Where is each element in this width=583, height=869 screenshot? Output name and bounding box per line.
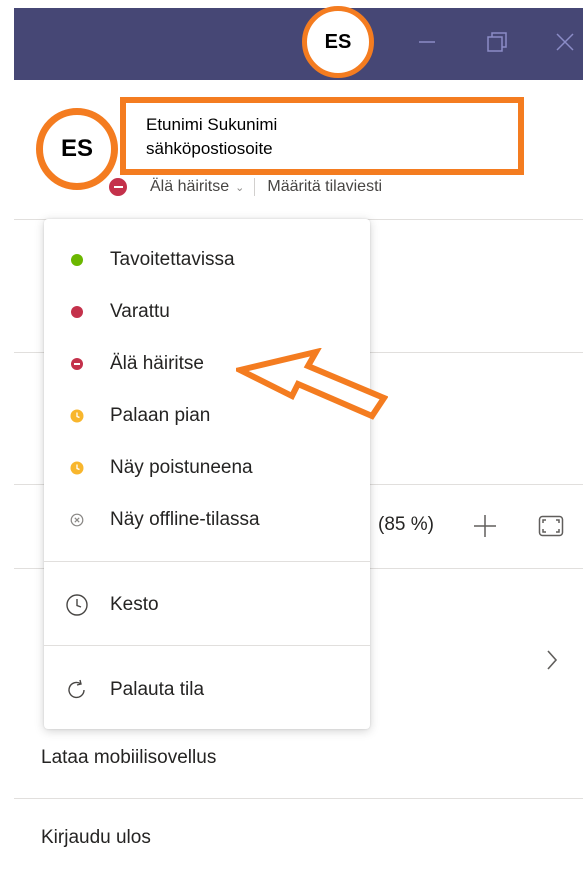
profile-email: sähköpostiosoite bbox=[146, 139, 273, 158]
status-option-label: Älä häiritse bbox=[110, 353, 204, 374]
status-option-appear-away[interactable]: Näy poistuneena bbox=[44, 446, 370, 490]
zoom-in-button[interactable] bbox=[472, 513, 498, 544]
fullscreen-button[interactable] bbox=[538, 514, 564, 543]
clock-icon bbox=[66, 594, 88, 616]
plus-icon bbox=[474, 515, 496, 537]
appear-away-icon bbox=[70, 461, 84, 475]
available-icon bbox=[71, 254, 83, 266]
reset-icon bbox=[68, 679, 85, 699]
be-right-back-icon bbox=[70, 409, 84, 423]
minimize-button[interactable] bbox=[407, 22, 447, 62]
current-status-button[interactable]: Älä häiritse bbox=[150, 178, 229, 196]
close-icon bbox=[556, 33, 574, 51]
do-not-disturb-badge-icon bbox=[107, 176, 129, 198]
profile-avatar[interactable]: ES bbox=[36, 108, 118, 190]
highlight-arrow-icon bbox=[236, 348, 388, 420]
divider bbox=[14, 798, 583, 799]
close-button[interactable] bbox=[545, 22, 583, 62]
minimize-icon bbox=[419, 41, 435, 43]
fullscreen-icon bbox=[538, 515, 564, 537]
status-divider bbox=[254, 178, 256, 196]
do-not-disturb-icon bbox=[71, 358, 83, 370]
zoom-level: (85 %) bbox=[378, 514, 434, 535]
appear-offline-icon bbox=[70, 513, 84, 527]
status-option-appear-offline[interactable]: Näy offline-tilassa bbox=[44, 498, 370, 542]
restore-icon bbox=[487, 32, 507, 52]
duration-option[interactable]: Kesto bbox=[44, 583, 370, 627]
menu-divider bbox=[44, 645, 370, 646]
title-bar-avatar[interactable]: ES bbox=[302, 6, 374, 78]
profile-name: Etunimi Sukunimi bbox=[146, 115, 278, 134]
profile-initials: ES bbox=[60, 135, 93, 162]
busy-icon bbox=[71, 306, 83, 318]
duration-label: Kesto bbox=[110, 594, 159, 615]
status-option-label: Näy poistuneena bbox=[110, 457, 253, 478]
status-row: Älä häiritse ⌄ Määritä tilaviesti bbox=[150, 176, 382, 198]
status-option-label: Tavoitettavissa bbox=[110, 249, 235, 270]
sign-out-link[interactable]: Kirjaudu ulos bbox=[41, 827, 151, 849]
status-menu: Tavoitettavissa Varattu Älä häiritse Pal… bbox=[44, 219, 370, 729]
maximize-button[interactable] bbox=[477, 22, 517, 62]
download-mobile-app-link[interactable]: Lataa mobiilisovellus bbox=[41, 747, 216, 769]
chevron-right-icon[interactable] bbox=[545, 648, 559, 677]
profile-name-box: Etunimi Sukunimi sähköpostiosoite bbox=[120, 97, 524, 175]
reset-status-label: Palauta tila bbox=[110, 679, 205, 700]
status-option-available[interactable]: Tavoitettavissa bbox=[44, 238, 370, 282]
status-option-label: Palaan pian bbox=[110, 405, 211, 426]
status-option-label: Varattu bbox=[110, 301, 170, 322]
set-status-message-link[interactable]: Määritä tilaviesti bbox=[267, 178, 382, 196]
status-option-busy[interactable]: Varattu bbox=[44, 290, 370, 334]
chevron-down-icon[interactable]: ⌄ bbox=[235, 181, 244, 194]
status-option-label: Näy offline-tilassa bbox=[110, 509, 260, 530]
reset-status-option[interactable]: Palauta tila bbox=[44, 668, 370, 712]
menu-divider bbox=[44, 561, 370, 562]
title-avatar-initials: ES bbox=[324, 30, 352, 53]
